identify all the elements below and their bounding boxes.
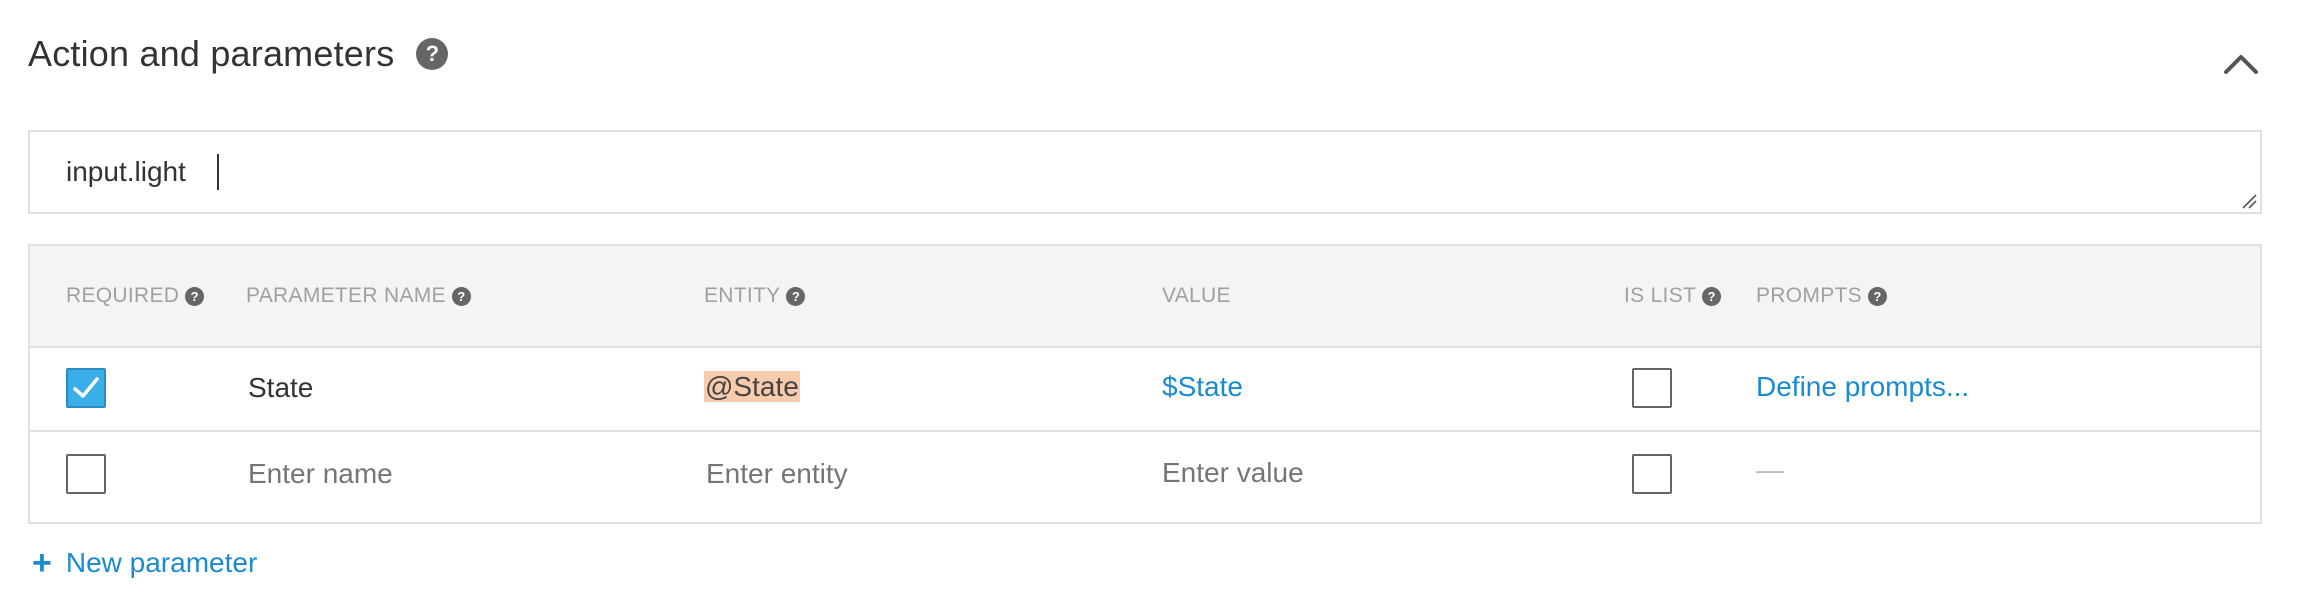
entity-cell[interactable]: @State: [704, 371, 800, 403]
header-is-list-label: IS LIST: [1624, 284, 1697, 307]
help-icon[interactable]: ?: [185, 286, 205, 306]
section-title: Action and parameters: [28, 33, 395, 74]
table-row: State @State $State Define prompts...: [30, 348, 2260, 432]
header-required: REQUIRED ?: [66, 284, 205, 308]
help-icon[interactable]: ?: [1702, 286, 1722, 306]
new-parameter-label: New parameter: [65, 547, 258, 578]
action-input[interactable]: [66, 152, 2166, 192]
entity-input[interactable]: [706, 458, 1106, 490]
new-parameter-button[interactable]: + New parameter: [32, 546, 257, 580]
action-field[interactable]: [28, 130, 2262, 214]
header-value-label: VALUE: [1162, 284, 1231, 307]
help-icon[interactable]: ?: [786, 286, 806, 306]
header-prompts-label: PROMPTS: [1756, 284, 1862, 307]
header-entity-label: ENTITY: [704, 284, 781, 307]
check-icon: [73, 377, 99, 398]
plus-icon: +: [32, 544, 52, 582]
value-input[interactable]: [1162, 457, 1562, 489]
header-prompts: PROMPTS ?: [1756, 284, 1887, 308]
header-parameter-name-label: PARAMETER NAME: [246, 284, 446, 307]
help-icon[interactable]: ?: [451, 286, 471, 306]
parameter-value[interactable]: $State: [1162, 371, 1243, 403]
header-entity: ENTITY ?: [704, 284, 806, 308]
section-header: Action and parameters ?: [28, 26, 449, 82]
help-icon[interactable]: ?: [416, 38, 449, 70]
entity-name: @State: [704, 371, 800, 402]
required-checkbox[interactable]: [66, 368, 106, 408]
parameters-table: REQUIRED ? PARAMETER NAME ? ENTITY ? VAL…: [28, 244, 2262, 524]
is-list-checkbox[interactable]: [1632, 454, 1672, 494]
header-required-label: REQUIRED: [66, 284, 180, 307]
help-icon[interactable]: ?: [1867, 286, 1887, 306]
parameter-name-input[interactable]: [248, 458, 648, 490]
table-header: REQUIRED ? PARAMETER NAME ? ENTITY ? VAL…: [30, 246, 2260, 348]
resize-handle-icon[interactable]: [2240, 192, 2258, 210]
text-caret: [217, 154, 219, 190]
header-value: VALUE: [1162, 284, 1231, 308]
prompts-empty: —: [1756, 454, 1784, 485]
define-prompts-link[interactable]: Define prompts...: [1756, 371, 1969, 403]
collapse-button[interactable]: [2216, 42, 2266, 82]
header-is-list: IS LIST ?: [1624, 284, 1722, 308]
is-list-checkbox[interactable]: [1632, 368, 1672, 408]
parameter-name[interactable]: State: [248, 372, 313, 404]
header-parameter-name: PARAMETER NAME ?: [246, 284, 471, 308]
chevron-up-icon: [2224, 55, 2258, 74]
table-row-new: —: [30, 432, 2260, 522]
required-checkbox[interactable]: [66, 454, 106, 494]
